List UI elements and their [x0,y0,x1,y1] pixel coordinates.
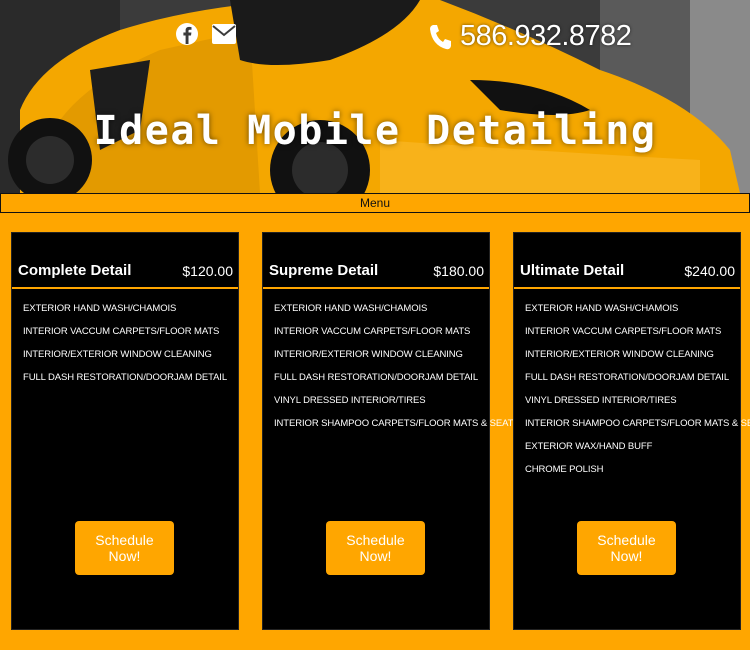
package-card-ultimate: Ultimate Detail $240.00 EXTERIOR HAND WA… [513,232,750,630]
feature-list: EXTERIOR HAND WASH/CHAMOIS INTERIOR VACC… [263,289,520,435]
feature-item: FULL DASH RESTORATION/DOORJAM DETAIL [23,372,228,383]
feature-item: FULL DASH RESTORATION/DOORJAM DETAIL [525,372,730,383]
package-price: $120.00 [182,263,233,279]
schedule-now-button[interactable]: Schedule Now! [326,521,425,575]
schedule-now-button[interactable]: Schedule Now! [75,521,174,575]
feature-item: INTERIOR SHAMPOO CARPETS/FLOOR MATS & SE… [274,418,520,429]
feature-item: INTERIOR VACCUM CARPETS/FLOOR MATS [525,326,722,337]
package-title: Ultimate Detail [520,262,625,279]
phone-icon [428,23,452,51]
card-header: Complete Detail $120.00 [12,233,238,289]
package-cards: Complete Detail $120.00 EXTERIOR HAND WA… [11,232,750,630]
hero-banner: 586.932.8782 Ideal Mobile Detailing [0,0,750,193]
feature-item: INTERIOR/EXTERIOR WINDOW CLEANING [23,349,212,360]
feature-item: INTERIOR/EXTERIOR WINDOW CLEANING [274,349,463,360]
feature-item: EXTERIOR HAND WASH/CHAMOIS [274,303,428,314]
card-header: Supreme Detail $180.00 [263,233,489,289]
phone-contact[interactable]: 586.932.8782 [428,20,632,53]
mail-icon[interactable] [212,23,236,45]
package-card-supreme: Supreme Detail $180.00 EXTERIOR HAND WAS… [262,232,520,630]
feature-item: INTERIOR VACCUM CARPETS/FLOOR MATS [274,326,471,337]
social-links [176,20,236,48]
menu-toggle[interactable]: Menu [0,193,750,213]
feature-item: INTERIOR VACCUM CARPETS/FLOOR MATS [23,326,220,337]
site-title: Ideal Mobile Detailing [93,108,657,154]
feature-item: VINYL DRESSED INTERIOR/TIRES [525,395,677,406]
package-title: Supreme Detail [269,262,379,279]
car-background-image [0,0,750,193]
feature-item: VINYL DRESSED INTERIOR/TIRES [274,395,426,406]
phone-number[interactable]: 586.932.8782 [460,20,632,53]
feature-list: EXTERIOR HAND WASH/CHAMOIS INTERIOR VACC… [514,289,750,481]
package-title: Complete Detail [18,262,132,279]
schedule-now-button[interactable]: Schedule Now! [577,521,676,575]
facebook-icon[interactable] [176,20,198,48]
package-price: $240.00 [684,263,735,279]
card-header: Ultimate Detail $240.00 [514,233,740,289]
package-price: $180.00 [433,263,484,279]
feature-item: CHROME POLISH [525,464,604,475]
feature-list: EXTERIOR HAND WASH/CHAMOIS INTERIOR VACC… [12,289,238,389]
feature-item: FULL DASH RESTORATION/DOORJAM DETAIL [274,372,479,383]
feature-item: EXTERIOR WAX/HAND BUFF [525,441,653,452]
feature-item: INTERIOR SHAMPOO CARPETS/FLOOR MATS & SE… [525,418,750,429]
feature-item: INTERIOR/EXTERIOR WINDOW CLEANING [525,349,714,360]
feature-item: EXTERIOR HAND WASH/CHAMOIS [23,303,177,314]
package-card-complete: Complete Detail $120.00 EXTERIOR HAND WA… [11,232,239,630]
feature-item: EXTERIOR HAND WASH/CHAMOIS [525,303,679,314]
